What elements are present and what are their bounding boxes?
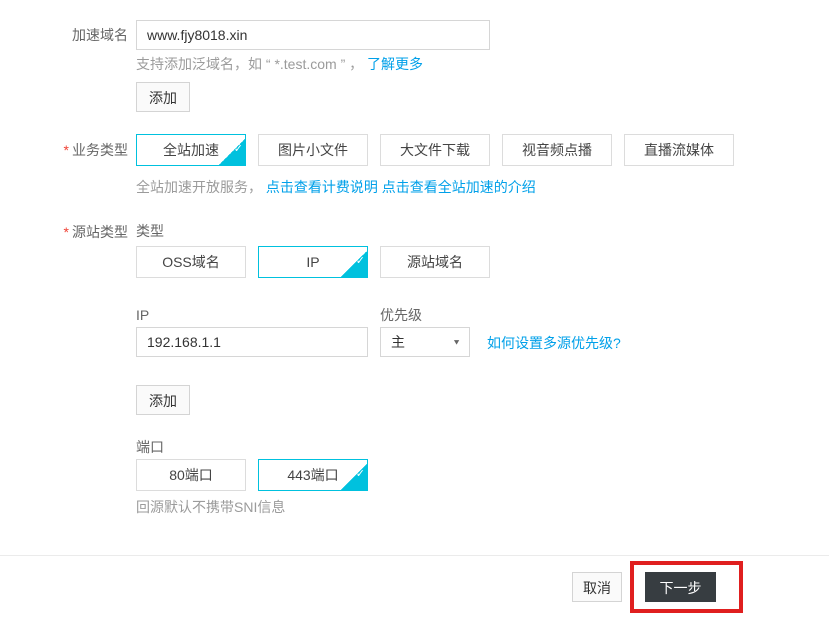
add-origin-button[interactable]: 添加 bbox=[136, 385, 190, 415]
domain-help: 支持添加泛域名，如 “ *.test.com ” ， 了解更多 bbox=[136, 55, 423, 73]
domain-label-text: 加速域名 bbox=[72, 27, 128, 43]
origin-type-option[interactable]: IP ✓ bbox=[258, 246, 368, 278]
sni-note: 回源默认不携带SNI信息 bbox=[136, 499, 286, 515]
business-type-option-label: 视音频点播 bbox=[522, 142, 592, 158]
origin-type-label: * 源站类型 bbox=[0, 222, 128, 242]
learn-more-link[interactable]: 了解更多 bbox=[367, 56, 423, 72]
business-type-option-label: 全站加速 bbox=[163, 142, 219, 158]
priority-field-label: 优先级 bbox=[380, 307, 422, 323]
business-type-option[interactable]: 直播流媒体 ✓ bbox=[624, 134, 734, 166]
add-domain-button[interactable]: 添加 bbox=[136, 82, 190, 112]
domain-help-text: 支持添加泛域名，如 “ *.test.com ” ， bbox=[136, 56, 364, 72]
billing-info-link[interactable]: 点击查看计费说明 bbox=[266, 179, 378, 195]
multi-origin-priority-help-link[interactable]: 如何设置多源优先级? bbox=[487, 333, 621, 353]
origin-type-option-label: 源站域名 bbox=[407, 254, 463, 270]
port-field-label: 端口 bbox=[136, 439, 164, 455]
business-type-options: 全站加速 ✓ 图片小文件 ✓ 大文件下载 ✓ 视音频点播 ✓ 直播流媒体 ✓ bbox=[136, 134, 734, 166]
origin-type-label-text: 源站类型 bbox=[72, 224, 128, 240]
port-option[interactable]: 443端口 ✓ bbox=[258, 459, 368, 491]
origin-type-options: OSS域名 ✓ IP ✓ 源站域名 ✓ bbox=[136, 246, 490, 278]
origin-type-sub-label: 类型 bbox=[136, 223, 164, 239]
business-type-option[interactable]: 视音频点播 ✓ bbox=[502, 134, 612, 166]
add-cdn-domain-form: 加速域名 支持添加泛域名，如 “ *.test.com ” ， 了解更多 添加 … bbox=[0, 0, 829, 619]
ip-field-label: IP bbox=[136, 307, 150, 323]
port-option-label: 443端口 bbox=[287, 467, 339, 483]
selected-check-icon: ✓ bbox=[341, 464, 367, 490]
business-type-option-label: 直播流媒体 bbox=[644, 142, 714, 158]
origin-type-option[interactable]: OSS域名 ✓ bbox=[136, 246, 246, 278]
ip-input[interactable] bbox=[136, 327, 368, 357]
domain-label: 加速域名 bbox=[0, 20, 128, 50]
business-type-note-text: 全站加速开放服务， bbox=[136, 179, 262, 195]
cancel-button[interactable]: 取消 bbox=[572, 572, 622, 602]
business-type-option[interactable]: 全站加速 ✓ bbox=[136, 134, 246, 166]
selected-check-icon: ✓ bbox=[219, 139, 245, 165]
business-type-label: * 业务类型 bbox=[0, 134, 128, 166]
next-step-button[interactable]: 下一步 bbox=[645, 572, 716, 602]
business-type-label-text: 业务类型 bbox=[72, 142, 128, 158]
required-asterisk: * bbox=[63, 142, 69, 158]
dcdn-intro-link[interactable]: 点击查看全站加速的介绍 bbox=[382, 179, 536, 195]
origin-type-option[interactable]: 源站域名 ✓ bbox=[380, 246, 490, 278]
port-option[interactable]: 80端口 ✓ bbox=[136, 459, 246, 491]
business-type-option-label: 图片小文件 bbox=[278, 142, 348, 158]
caret-down-icon: ▼ bbox=[452, 337, 461, 347]
required-asterisk: * bbox=[63, 224, 69, 240]
business-type-option-label: 大文件下载 bbox=[400, 142, 470, 158]
business-type-option[interactable]: 图片小文件 ✓ bbox=[258, 134, 368, 166]
port-options: 80端口 ✓ 443端口 ✓ bbox=[136, 459, 368, 491]
priority-select[interactable]: 主 ▼ bbox=[380, 327, 470, 357]
origin-type-option-label: IP bbox=[306, 254, 320, 270]
business-type-note: 全站加速开放服务， 点击查看计费说明 点击查看全站加速的介绍 bbox=[136, 178, 536, 196]
footer-divider bbox=[0, 555, 829, 556]
business-type-option[interactable]: 大文件下载 ✓ bbox=[380, 134, 490, 166]
domain-input[interactable] bbox=[136, 20, 490, 50]
origin-type-option-label: OSS域名 bbox=[162, 254, 220, 270]
priority-select-value: 主 bbox=[391, 334, 405, 350]
selected-check-icon: ✓ bbox=[341, 251, 367, 277]
port-option-label: 80端口 bbox=[169, 467, 213, 483]
